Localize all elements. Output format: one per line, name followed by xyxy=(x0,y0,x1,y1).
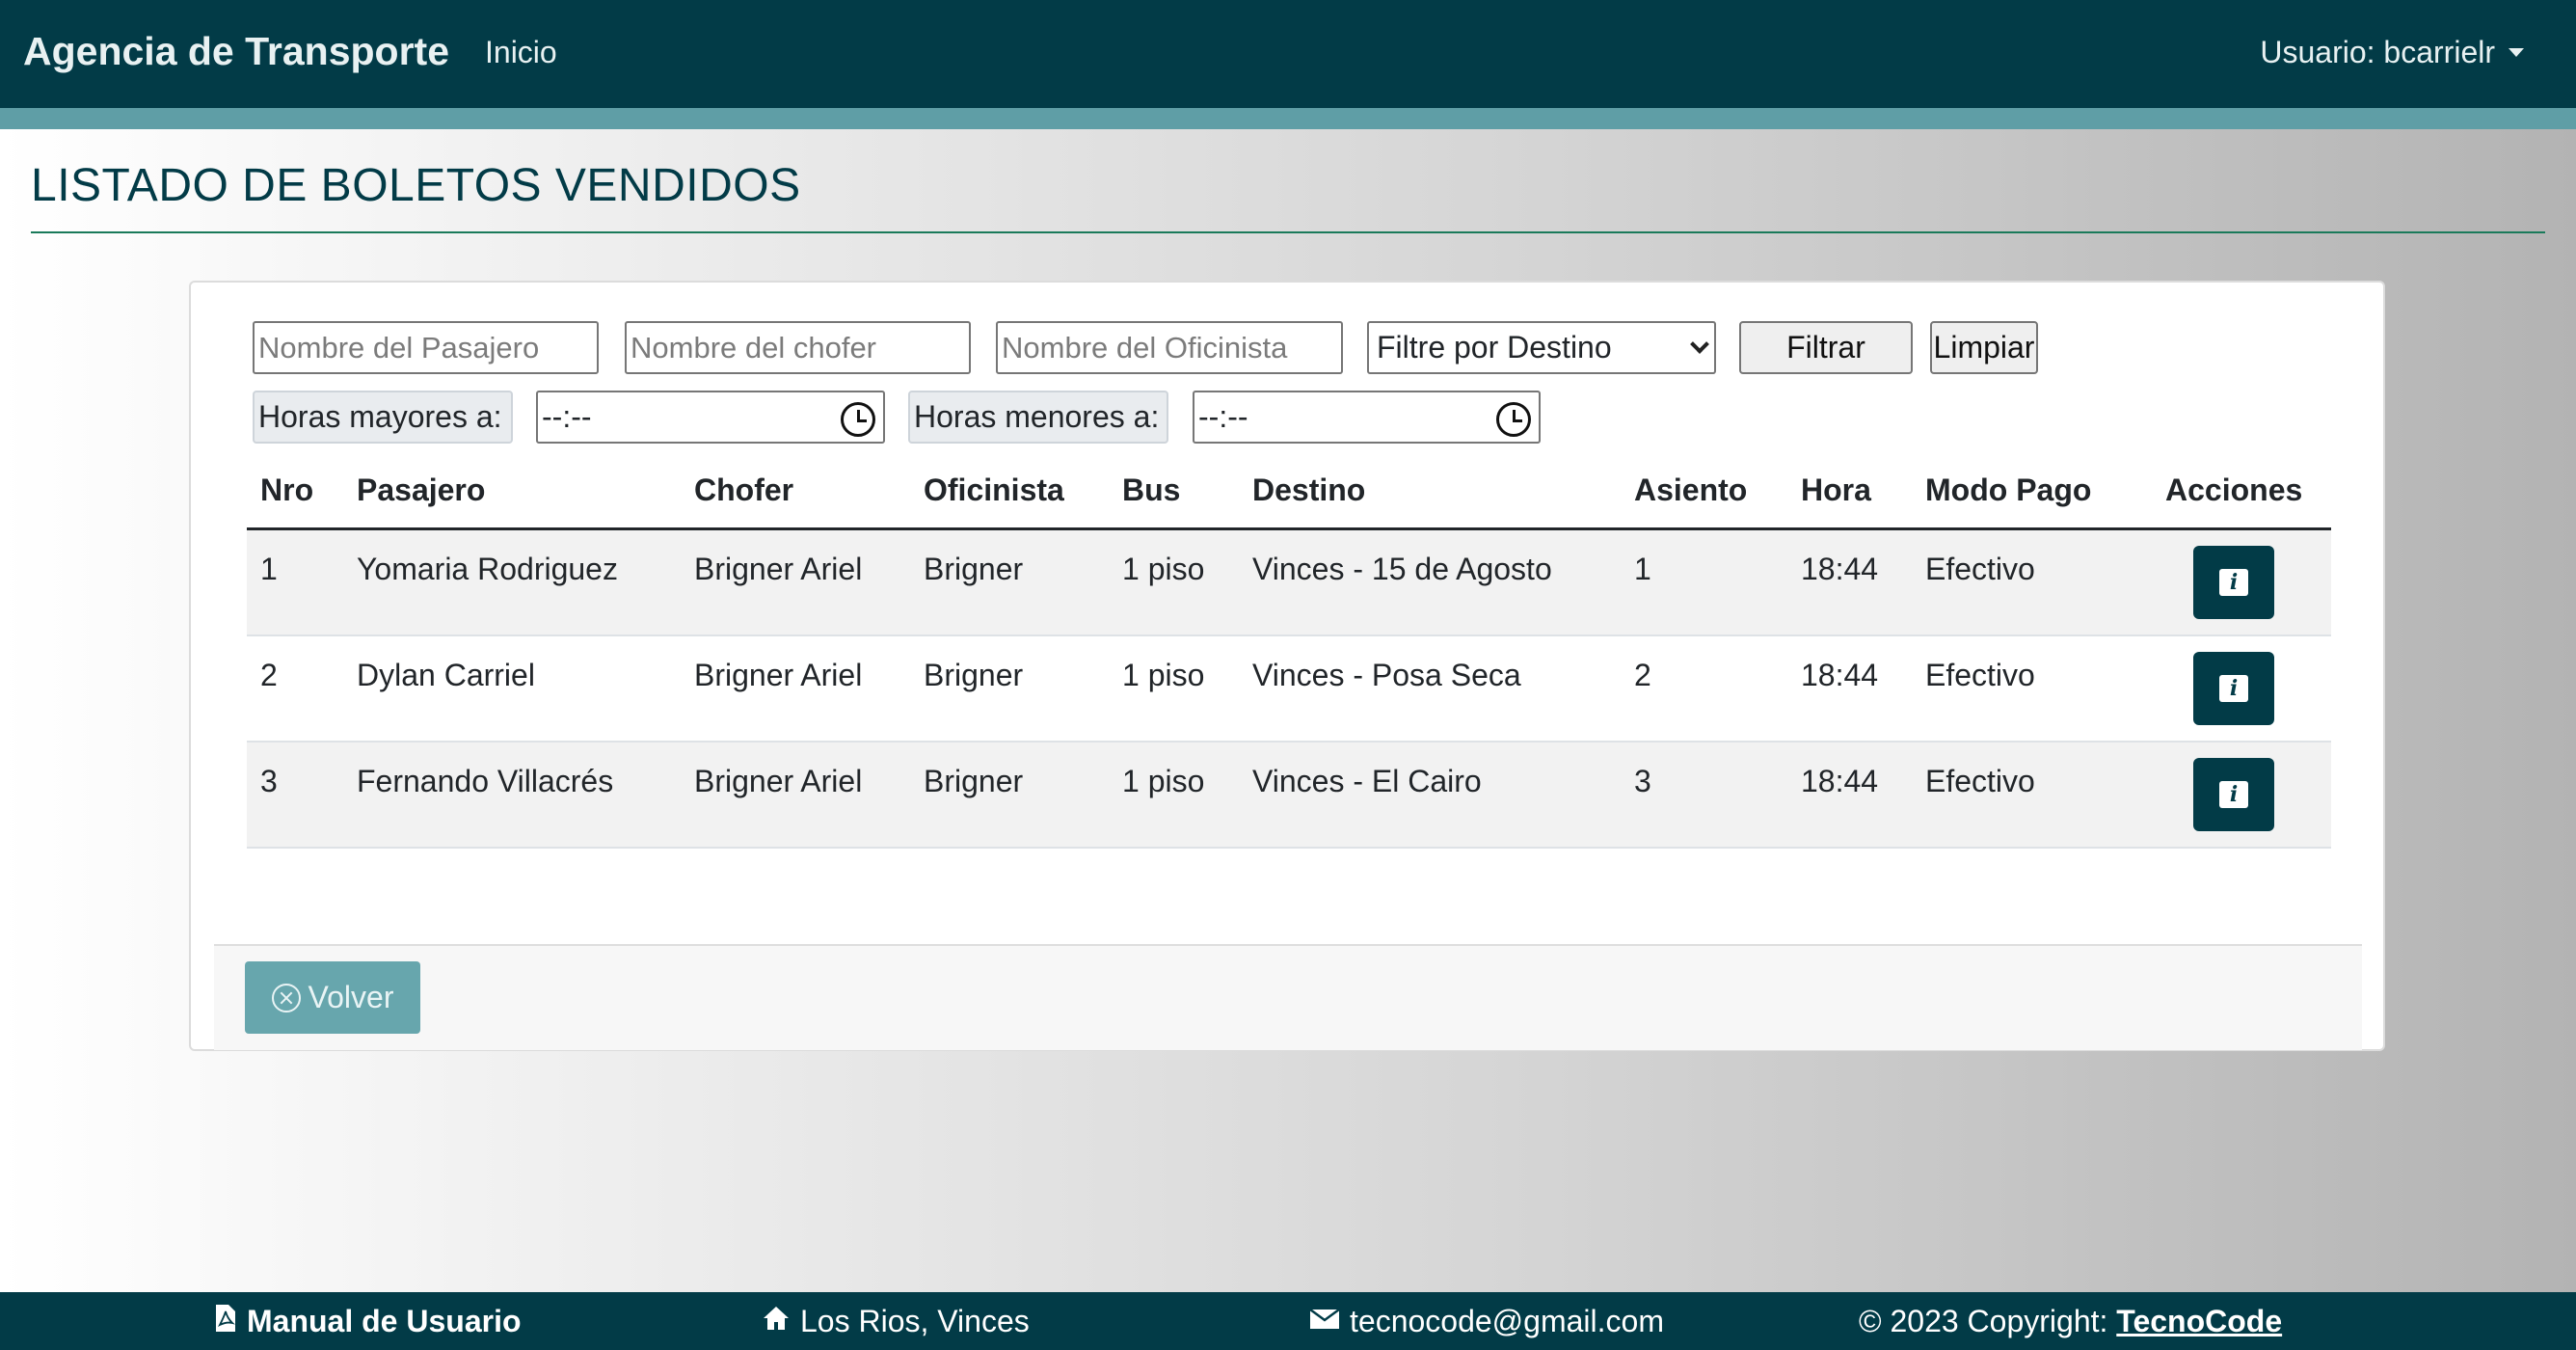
hours-greater-label: Horas mayores a: xyxy=(253,391,513,444)
location-info: Los Rios, Vinces xyxy=(762,1304,1030,1339)
card-footer xyxy=(214,944,2362,1050)
header-modo-pago: Modo Pago xyxy=(1925,472,2092,507)
cell-bus: 1 piso xyxy=(1122,764,1205,798)
cell-modo-pago: Efectivo xyxy=(1925,764,2035,798)
cell-nro: 2 xyxy=(260,658,278,692)
cell-chofer: Brigner Ariel xyxy=(694,552,863,586)
cell-hora: 18:44 xyxy=(1801,764,1879,798)
clerk-name-input[interactable] xyxy=(996,321,1343,374)
info-button[interactable]: i xyxy=(2193,652,2274,725)
info-icon: i xyxy=(2219,781,2248,808)
pdf-file-icon xyxy=(214,1304,237,1339)
cell-chofer: Brigner Ariel xyxy=(694,658,863,692)
header-acciones: Acciones xyxy=(2165,472,2303,507)
cell-bus: 1 piso xyxy=(1122,658,1205,692)
header-nro: Nro xyxy=(260,472,314,507)
cell-bus: 1 piso xyxy=(1122,552,1205,586)
cell-oficinista: Brigner xyxy=(924,764,1024,798)
cell-pasajero: Dylan Carriel xyxy=(357,658,535,692)
cell-hora: 18:44 xyxy=(1801,658,1879,692)
cell-modo-pago: Efectivo xyxy=(1925,552,2035,586)
destination-select-value: Filtre por Destino xyxy=(1377,330,1612,364)
copyright: © 2023 Copyright: TecnoCode xyxy=(1859,1304,2282,1339)
company-link[interactable]: TecnoCode xyxy=(2116,1304,2282,1339)
user-dropdown-label: Usuario: bcarrielr xyxy=(2260,35,2495,69)
hours-less-time-input[interactable]: --:-- xyxy=(1193,391,1541,444)
cell-destino: Vinces - Posa Seca xyxy=(1252,658,1521,692)
tickets-table: Nro Pasajero Chofer Oficinista Bus Desti… xyxy=(247,459,2331,849)
cell-chofer: Brigner Ariel xyxy=(694,764,863,798)
page-title: LISTADO DE BOLETOS VENDIDOS xyxy=(31,160,801,211)
nav-link-inicio[interactable]: Inicio xyxy=(485,35,557,70)
info-button[interactable]: i xyxy=(2193,758,2274,831)
chevron-down-icon xyxy=(1690,334,1709,354)
top-navbar: Agencia de Transporte Inicio Usuario: bc… xyxy=(0,0,2576,129)
filter-button[interactable]: Filtrar xyxy=(1739,321,1913,374)
table-header: Nro Pasajero Chofer Oficinista Bus Desti… xyxy=(247,459,2331,530)
clear-button[interactable]: Limpiar xyxy=(1930,321,2038,374)
header-bus: Bus xyxy=(1122,472,1181,507)
passenger-name-input[interactable] xyxy=(253,321,599,374)
cell-asiento: 2 xyxy=(1634,658,1651,692)
email-info[interactable]: tecnocode@gmail.com xyxy=(1309,1304,1664,1339)
cell-oficinista: Brigner xyxy=(924,658,1024,692)
caret-down-icon xyxy=(2509,48,2524,57)
back-button[interactable]: Volver xyxy=(245,961,420,1034)
cell-pasajero: Yomaria Rodriguez xyxy=(357,552,618,586)
back-button-label: Volver xyxy=(308,980,394,1014)
cell-destino: Vinces - 15 de Agosto xyxy=(1252,552,1552,586)
clock-icon[interactable] xyxy=(841,402,875,437)
hours-less-label: Horas menores a: xyxy=(908,391,1168,444)
clock-icon[interactable] xyxy=(1496,402,1531,437)
cell-asiento: 1 xyxy=(1634,552,1651,586)
location-label: Los Rios, Vinces xyxy=(800,1304,1030,1338)
title-divider xyxy=(31,231,2545,233)
house-icon xyxy=(762,1305,791,1338)
table-row: 1 Yomaria Rodriguez Brigner Ariel Brigne… xyxy=(247,530,2331,636)
header-chofer: Chofer xyxy=(694,472,794,507)
copyright-label: © 2023 Copyright: xyxy=(1859,1304,2117,1338)
cell-asiento: 3 xyxy=(1634,764,1651,798)
table-row: 3 Fernando Villacrés Brigner Ariel Brign… xyxy=(247,742,2331,849)
user-dropdown[interactable]: Usuario: bcarrielr xyxy=(2260,35,2524,70)
cell-oficinista: Brigner xyxy=(924,552,1024,586)
x-circle-icon xyxy=(271,983,301,1012)
hours-greater-time-input[interactable]: --:-- xyxy=(536,391,885,444)
hours-less-time-value: --:-- xyxy=(1198,399,1248,434)
info-icon: i xyxy=(2219,675,2248,702)
cell-destino: Vinces - El Cairo xyxy=(1252,764,1482,798)
cell-nro: 1 xyxy=(260,552,278,586)
header-asiento: Asiento xyxy=(1634,472,1748,507)
header-destino: Destino xyxy=(1252,472,1366,507)
table-row: 2 Dylan Carriel Brigner Ariel Brigner 1 … xyxy=(247,636,2331,742)
page-footer: Manual de Usuario Los Rios, Vinces tecno… xyxy=(0,1292,2576,1350)
brand-title[interactable]: Agencia de Transporte xyxy=(23,29,449,74)
driver-name-input[interactable] xyxy=(625,321,971,374)
cell-nro: 3 xyxy=(260,764,278,798)
email-label: tecnocode@gmail.com xyxy=(1350,1304,1664,1338)
info-button[interactable]: i xyxy=(2193,546,2274,619)
cell-hora: 18:44 xyxy=(1801,552,1879,586)
user-manual-link[interactable]: Manual de Usuario xyxy=(214,1304,522,1339)
envelope-icon xyxy=(1309,1307,1340,1337)
destination-select[interactable]: Filtre por Destino xyxy=(1367,321,1716,374)
cell-pasajero: Fernando Villacrés xyxy=(357,764,614,798)
cell-modo-pago: Efectivo xyxy=(1925,658,2035,692)
user-manual-label: Manual de Usuario xyxy=(247,1304,522,1338)
header-oficinista: Oficinista xyxy=(924,472,1064,507)
header-hora: Hora xyxy=(1801,472,1871,507)
hours-greater-time-value: --:-- xyxy=(542,399,592,434)
info-icon: i xyxy=(2219,569,2248,596)
header-pasajero: Pasajero xyxy=(357,472,486,507)
